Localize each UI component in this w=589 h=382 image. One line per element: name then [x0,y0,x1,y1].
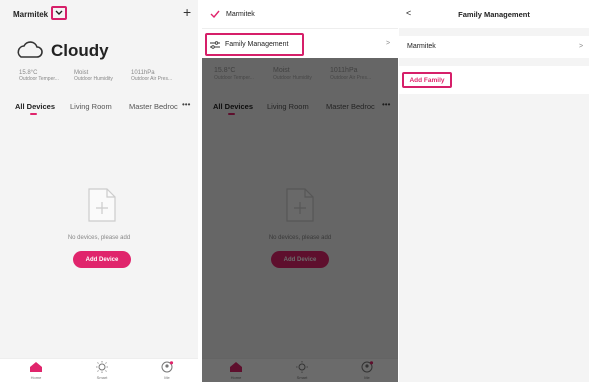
home-icon [30,362,42,372]
family-option-marmitek[interactable]: Marmitek [210,10,255,18]
bottom-nav: Home Smart Me [0,358,198,382]
sun-icon [96,361,108,373]
family-management-menu-item[interactable]: Family Management [205,33,304,56]
stat-temperature: 15.8°C Outdoor Temper... [19,70,69,82]
add-device-button[interactable]: Add Device [73,251,131,268]
chevron-right-icon: > [386,40,391,47]
nav-home[interactable]: Home [16,361,56,380]
family-management-label: Family Management [225,41,289,48]
stat-label: Outdoor Humidity [74,76,113,82]
user-icon [161,361,174,373]
stat-label: Outdoor Air Pres... [131,76,173,82]
more-tabs-icon[interactable]: ••• [182,100,190,109]
nav-smart[interactable]: Smart [82,361,122,380]
nav-label: Home [30,375,42,380]
family-name[interactable]: Marmitek [13,10,48,19]
stat-pressure: 1011hPa Outdoor Air Pres... [131,70,191,82]
family-item-label: Marmitek [407,43,436,50]
nav-label: Smart [96,375,108,380]
tab-master-bedroom[interactable]: Master Bedroc [129,102,178,111]
active-tab-indicator [30,113,37,115]
page-title: Family Management [458,10,530,19]
chevron-down-icon [55,10,63,15]
nav-me[interactable]: Me [147,361,187,380]
sliders-icon [210,40,220,49]
family-list-item[interactable]: Marmitek > [399,36,589,58]
divider [202,28,398,29]
add-family-button[interactable]: Add Family [402,72,452,88]
add-family-row: Add Family [399,66,589,94]
nav-label: Me [164,375,170,380]
family-menu-screen: 15.8°C Outdoor Temper... Moist Outdoor H… [202,0,398,382]
empty-document-icon [88,188,116,222]
stat-humidity: Moist Outdoor Humidity [74,70,124,82]
add-icon[interactable]: + [183,4,191,20]
home-screen: Marmitek + Cloudy 15.8°C Outdoor Temper.… [0,0,198,382]
tab-living-room[interactable]: Living Room [70,102,112,111]
tab-all-devices[interactable]: All Devices [15,102,55,111]
stat-label: Outdoor Temper... [19,76,59,82]
cloud-icon [17,41,43,58]
add-family-label: Add Family [409,76,445,84]
chevron-right-icon: > [579,43,584,50]
family-menu: Marmitek Family Management > [202,0,398,58]
family-dropdown-button[interactable] [51,6,67,20]
weather-condition: Cloudy [51,41,109,60]
family-option-label: Marmitek [226,10,255,18]
header-bar: < Family Management [399,0,589,28]
check-icon [210,10,220,18]
empty-state-text: No devices, please add [67,235,131,241]
family-management-screen: < Family Management Marmitek > Add Famil… [399,0,589,382]
